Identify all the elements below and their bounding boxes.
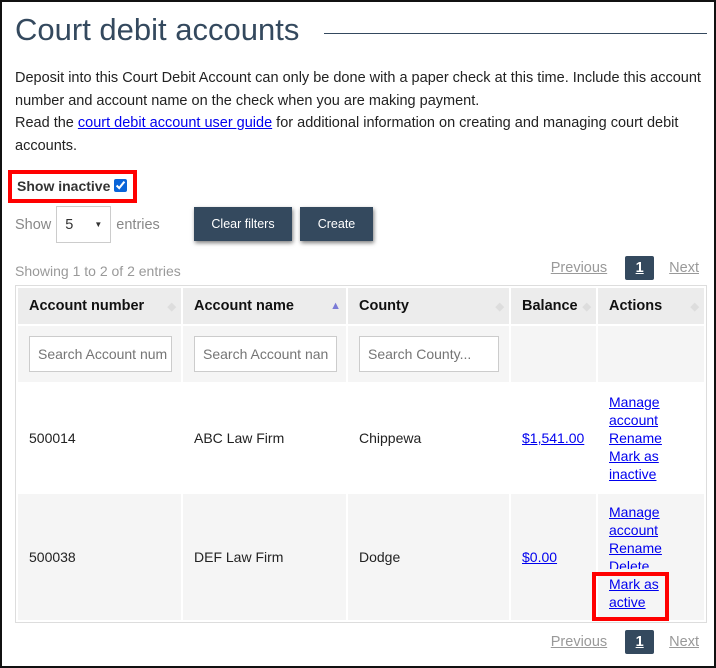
sort-icon: ◆ [495,301,504,313]
actions-cell: Manage account Rename Mark as inactive [598,384,704,492]
account-number-cell: 500014 [18,384,181,492]
header-label: Balance [522,298,578,314]
show-inactive-checkbox[interactable] [114,179,128,192]
mark-inactive-link[interactable]: Mark as inactive [609,448,659,482]
guide-paragraph: Read the court debit account user guide … [15,112,705,157]
intro-paragraph: Deposit into this Court Debit Account ca… [15,70,701,109]
entries-label: entries [116,216,160,233]
header-label: Account name [194,298,294,314]
clear-filters-button[interactable]: Clear filters [194,207,292,241]
title-divider [324,33,707,34]
guide-text: Read the [15,115,78,131]
sort-icon: ◆ [167,301,176,313]
header-label: County [359,298,409,314]
pagination-top: Previous 1 Next [551,256,699,280]
next-button[interactable]: Next [669,634,699,650]
filter-cell [18,326,181,382]
filter-row [18,326,704,382]
search-account-name-input[interactable] [194,336,337,372]
search-county-input[interactable] [359,336,499,372]
search-account-number-input[interactable] [29,336,172,372]
highlight-box [592,572,669,621]
manage-account-link[interactable]: Manage account [609,394,660,428]
filter-cell [598,326,704,382]
show-inactive-toggle[interactable]: Show inactive [8,170,137,203]
balance-link[interactable]: $0.00 [522,549,557,565]
account-number-cell: 500038 [18,494,181,620]
delete-link[interactable]: Delete [609,558,649,569]
header-label: Actions [609,298,663,314]
county-cell: Chippewa [348,384,509,492]
show-label: Show [15,216,52,233]
balance-cell: $0.00 [511,494,596,620]
page-1-button[interactable]: 1 [625,630,655,654]
column-balance[interactable]: Balance ◆ [511,288,596,324]
balance-link[interactable]: $1,541.00 [522,430,584,446]
page-1-button[interactable]: 1 [625,256,655,280]
rename-link[interactable]: Rename [609,540,662,556]
page-title: Court debit accounts [15,12,300,47]
county-cell: Dodge [348,494,509,620]
manage-account-link[interactable]: Manage account [609,503,669,539]
pagination-bottom: Previous 1 Next [551,630,699,654]
column-account-number[interactable]: Account number ◆ [18,288,181,324]
balance-cell: $1,541.00 [511,384,596,492]
user-guide-link[interactable]: court debit account user guide [78,115,272,131]
header-row: Account number ◆ Account name ▲ County ◆ Ba… [18,288,704,324]
entries-select[interactable]: 5 ▼ [56,206,112,243]
show-inactive-label: Show inactive [17,178,111,194]
sort-ascending-icon: ▲ [330,300,341,312]
column-county[interactable]: County ◆ [348,288,509,324]
rename-link[interactable]: Rename [609,430,662,446]
previous-button[interactable]: Previous [551,634,607,650]
create-button[interactable]: Create [300,207,373,241]
entries-value: 5 [65,216,74,233]
column-actions[interactable]: Actions ◆ [598,288,704,324]
sort-icon: ◆ [582,301,591,313]
account-name-cell: DEF Law Firm [183,494,346,620]
next-button[interactable]: Next [669,260,699,276]
header-label: Account number [29,298,145,314]
caret-down-icon: ▼ [94,220,103,229]
column-account-name[interactable]: Account name ▲ [183,288,346,324]
filter-cell [348,326,509,382]
sort-icon: ◆ [690,301,699,313]
table-row: 500014 ABC Law Firm Chippewa $1,541.00 M… [18,384,704,492]
filter-cell [183,326,346,382]
previous-button[interactable]: Previous [551,260,607,276]
account-name-cell: ABC Law Firm [183,384,346,492]
intro-text: Deposit into this Court Debit Account ca… [15,67,705,157]
entries-length: Show 5 ▼ entries [15,206,160,243]
filter-cell [511,326,596,382]
table-info: Showing 1 to 2 of 2 entries [15,263,181,279]
